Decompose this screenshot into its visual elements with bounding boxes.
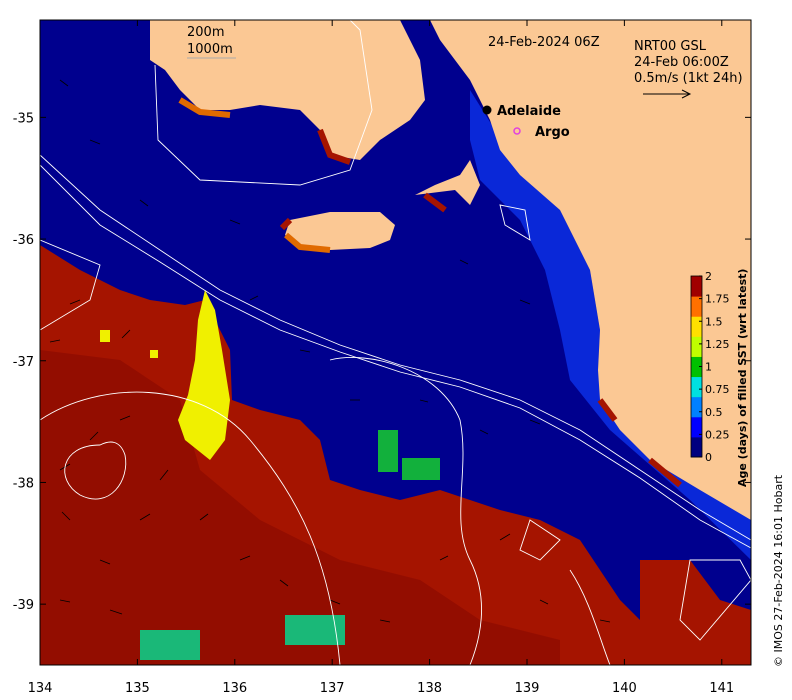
depth-legend-200m: 200m bbox=[187, 25, 224, 40]
y-tick-label: -37 bbox=[13, 355, 34, 370]
colorbar-tick-label: 0.75 bbox=[705, 383, 730, 396]
x-tick-label: 134 bbox=[28, 681, 53, 696]
colorbar-tick-label: 0.25 bbox=[705, 428, 730, 441]
colorbar-swatch bbox=[691, 436, 702, 458]
colorbar-tick-label: 1 bbox=[705, 361, 712, 374]
product-time: 24-Feb 06:00Z bbox=[634, 55, 729, 70]
colorbar-swatch bbox=[691, 276, 702, 297]
colorbar-swatch bbox=[691, 316, 702, 337]
vector-scale-label: 0.5m/s (1kt 24h) bbox=[634, 71, 743, 86]
product-name: NRT00 GSL bbox=[634, 39, 707, 54]
y-tick-label: -36 bbox=[13, 233, 34, 248]
x-tick-label: 140 bbox=[612, 681, 637, 696]
x-tick-label: 139 bbox=[515, 681, 540, 696]
colorbar-swatch bbox=[691, 296, 702, 317]
y-tick-label: -39 bbox=[13, 598, 34, 613]
adelaide-label: Adelaide bbox=[497, 104, 561, 119]
y-tick-label: -38 bbox=[13, 476, 34, 491]
x-tick-label: 141 bbox=[709, 681, 734, 696]
colorbar-tick-label: 0.5 bbox=[705, 406, 723, 419]
green-patch bbox=[378, 430, 398, 472]
colorbar-swatch bbox=[691, 336, 702, 357]
credit-text: © IMOS 27-Feb-2024 16:01 Hobart bbox=[772, 474, 785, 667]
colorbar-swatch bbox=[691, 376, 702, 398]
map-timestamp: 24-Feb-2024 06Z bbox=[488, 35, 600, 50]
depth-legend-1000m: 1000m bbox=[187, 42, 233, 57]
colorbar-label: Age (days) of filled SST (wrt latest) bbox=[736, 269, 749, 487]
colorbar-tick-label: 1.25 bbox=[705, 338, 730, 351]
x-tick-label: 135 bbox=[125, 681, 150, 696]
colorbar-tick-label: 0 bbox=[705, 451, 712, 464]
x-tick-label: 136 bbox=[222, 681, 247, 696]
x-tick-label: 138 bbox=[417, 681, 442, 696]
map-plot-area bbox=[40, 20, 751, 665]
argo-label: Argo bbox=[535, 125, 570, 140]
sst-age-map: 134 135 136 137 138 139 140 141 -35 -36 -37 -38 -39… bbox=[13, 19, 785, 696]
colorbar-tick-label: 2 bbox=[705, 270, 712, 283]
y-tick-label: -35 bbox=[13, 111, 34, 126]
colorbar-tick-label: 1.5 bbox=[705, 315, 723, 328]
colorbar-tick-label: 1.75 bbox=[705, 293, 730, 306]
colorbar-swatch bbox=[691, 396, 702, 418]
adelaide-marker bbox=[482, 105, 492, 115]
x-tick-label: 137 bbox=[320, 681, 345, 696]
